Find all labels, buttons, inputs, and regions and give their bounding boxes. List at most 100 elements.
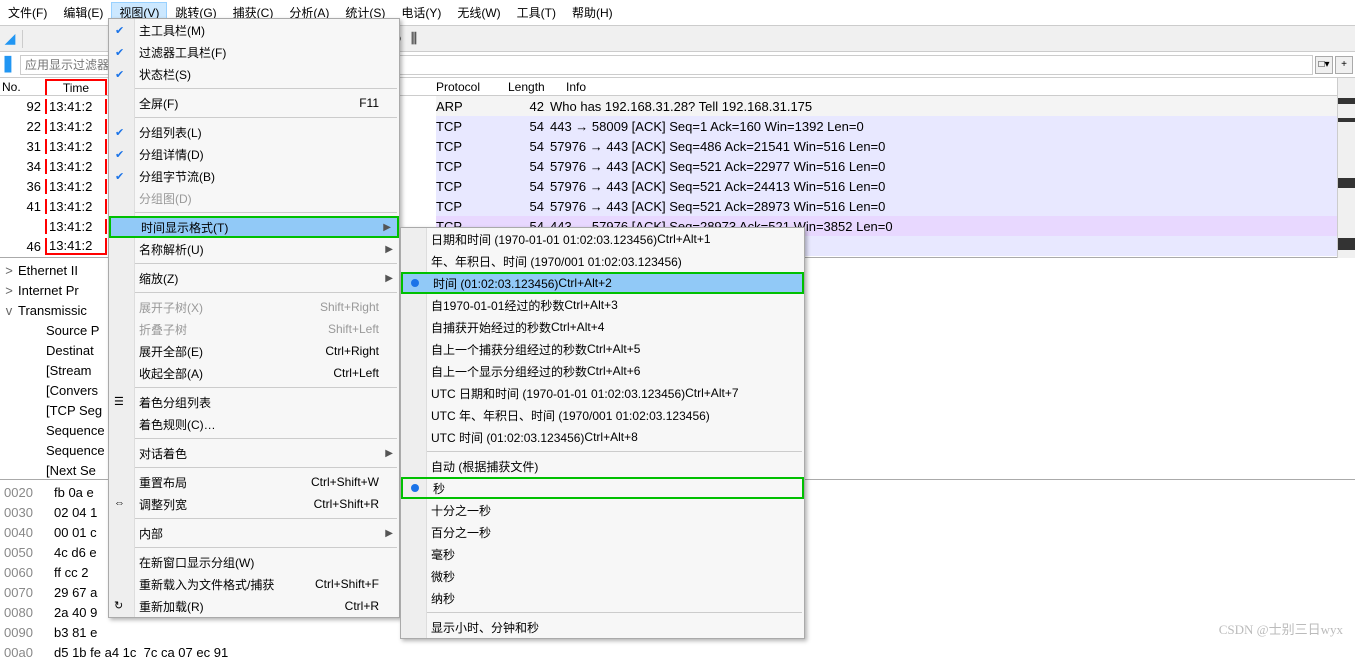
check-icon: ✔ <box>115 68 124 81</box>
menu-item[interactable]: ✔主工具栏(M) <box>109 19 399 41</box>
submenu-item[interactable]: 微秒 <box>401 565 804 587</box>
submenu-arrow-icon: ▶ <box>385 528 393 539</box>
menu-label: 分组列表(L) <box>139 124 202 141</box>
menu-item[interactable]: ✔分组字节流(B) <box>109 165 399 187</box>
submenu-item[interactable]: 十分之一秒 <box>401 499 804 521</box>
shortcut: Ctrl+Alt+2 <box>558 276 611 290</box>
menu-label: 百分之一秒 <box>431 524 491 541</box>
submenu-item[interactable]: UTC 时间 (01:02:03.123456)Ctrl+Alt+8 <box>401 426 804 448</box>
shortcut: Ctrl+Alt+4 <box>551 320 604 334</box>
menubar-item-7[interactable]: 电话(Y) <box>393 2 449 23</box>
shortcut: Ctrl+Shift+W <box>271 475 379 489</box>
submenu-item[interactable]: 显示小时、分钟和秒 <box>401 616 804 638</box>
menu-label: 时间 (01:02:03.123456) <box>433 275 558 292</box>
menu-item[interactable]: ✔ 状态栏(S) <box>109 63 399 85</box>
submenu-item[interactable]: 自动 (根据捕获文件) <box>401 455 804 477</box>
columns-icon[interactable]: ⫼ <box>406 31 422 47</box>
shortcut: Shift+Right <box>280 300 379 314</box>
submenu-item[interactable]: 时间 (01:02:03.123456)Ctrl+Alt+2 <box>401 272 804 294</box>
shortcut: Shift+Left <box>288 322 379 336</box>
menubar-item-8[interactable]: 无线(W) <box>449 2 508 23</box>
time-format-submenu: 日期和时间 (1970-01-01 01:02:03.123456)Ctrl+A… <box>400 227 805 639</box>
menu-item[interactable]: 收起全部(A) Ctrl+Left <box>109 362 399 384</box>
packet-row[interactable]: TCP5457976 → 443 [ACK] Seq=521 Ack=28973… <box>436 196 1355 216</box>
shortcut: F11 <box>319 96 379 110</box>
col-info[interactable]: Info <box>566 80 586 94</box>
menu-icon: ↻ <box>114 599 128 613</box>
menu-item[interactable]: ✔分组详情(D) <box>109 143 399 165</box>
menu-label: 收起全部(A) <box>139 365 203 382</box>
submenu-item[interactable]: 纳秒 <box>401 587 804 609</box>
menu-item[interactable]: 缩放(Z)▶ <box>109 267 399 289</box>
hex-row[interactable]: 00a0d5 1b fe a4 1c 7c ca 07 ec 91 <box>4 642 1351 662</box>
menu-item[interactable]: 重置布局Ctrl+Shift+W <box>109 471 399 493</box>
toolbar-separator <box>22 30 23 48</box>
packet-row[interactable]: ARP42Who has 192.168.31.28? Tell 192.168… <box>436 96 1355 116</box>
menu-label: 分组字节流(B) <box>139 168 215 185</box>
submenu-item[interactable]: 百分之一秒 <box>401 521 804 543</box>
submenu-item[interactable]: UTC 日期和时间 (1970-01-01 01:02:03.123456)Ct… <box>401 382 804 404</box>
watermark: CSDN @士别三日wyx <box>1219 619 1343 638</box>
submenu-arrow-icon: ▶ <box>385 273 393 284</box>
menu-item[interactable]: 展开全部(E)Ctrl+Right <box>109 340 399 362</box>
menu-item[interactable]: ⇔调整列宽Ctrl+Shift+R <box>109 493 399 515</box>
packet-row[interactable]: TCP54443 → 58009 [ACK] Seq=1 Ack=160 Win… <box>436 116 1355 136</box>
shortcut: Ctrl+Alt+5 <box>587 342 640 356</box>
submenu-item[interactable]: 自上一个捕获分组经过的秒数Ctrl+Alt+5 <box>401 338 804 360</box>
menubar-item-0[interactable]: 文件(F) <box>0 2 55 23</box>
col-time[interactable]: Time <box>45 79 107 95</box>
packet-row[interactable]: TCP5457976 → 443 [ACK] Seq=521 Ack=22977… <box>436 156 1355 176</box>
submenu-item[interactable]: UTC 年、年积日、时间 (1970/001 01:02:03.123456) <box>401 404 804 426</box>
submenu-item[interactable]: 自1970-01-01经过的秒数Ctrl+Alt+3 <box>401 294 804 316</box>
bookmark-icon[interactable]: ▋ <box>2 57 18 73</box>
menu-item[interactable]: ↻重新加载(R)Ctrl+R <box>109 595 399 617</box>
submenu-item[interactable]: 年、年积日、时间 (1970/001 01:02:03.123456) <box>401 250 804 272</box>
menu-label: 折叠子树 <box>139 321 187 338</box>
expression-button[interactable]: □▾ <box>1315 56 1333 74</box>
menu-item[interactable]: ✔过滤器工具栏(F) <box>109 41 399 63</box>
radio-icon <box>411 279 419 287</box>
menu-label: 在新窗口显示分组(W) <box>139 554 254 571</box>
menu-item[interactable]: 内部 ▶ <box>109 522 399 544</box>
scrollbar[interactable] <box>1337 78 1355 258</box>
shortcut: Ctrl+Left <box>293 366 379 380</box>
submenu-item[interactable]: 自捕获开始经过的秒数Ctrl+Alt+4 <box>401 316 804 338</box>
shortcut: Ctrl+Shift+R <box>274 497 379 511</box>
col-length[interactable]: Length <box>508 80 558 94</box>
menu-item[interactable]: ✔分组列表(L) <box>109 121 399 143</box>
menu-label: 纳秒 <box>431 590 455 607</box>
menu-label: 展开子树(X) <box>139 299 203 316</box>
menu-label: 内部 <box>139 525 163 542</box>
submenu-item[interactable]: 日期和时间 (1970-01-01 01:02:03.123456)Ctrl+A… <box>401 228 804 250</box>
shortcut: Ctrl+R <box>305 599 379 613</box>
packet-row[interactable]: TCP5457976 → 443 [ACK] Seq=486 Ack=21541… <box>436 136 1355 156</box>
packet-row[interactable]: TCP5457976 → 443 [ACK] Seq=521 Ack=24413… <box>436 176 1355 196</box>
shortcut: Ctrl+Alt+8 <box>584 430 637 444</box>
menu-item[interactable]: 着色规则(C)… <box>109 413 399 435</box>
menu-item[interactable]: 全屏(F)F11 <box>109 92 399 114</box>
menu-item[interactable]: 重新载入为文件格式/捕获Ctrl+Shift+F <box>109 573 399 595</box>
menu-label: 状态栏(S) <box>139 66 191 83</box>
menu-icon: ☰ <box>114 395 128 409</box>
menu-item[interactable]: 对话着色▶ <box>109 442 399 464</box>
menu-item[interactable]: ☰着色分组列表 <box>109 391 399 413</box>
menubar-item-9[interactable]: 工具(T) <box>509 2 564 23</box>
menu-item[interactable]: 在新窗口显示分组(W) <box>109 551 399 573</box>
submenu-item[interactable]: 毫秒 <box>401 543 804 565</box>
menu-item: 展开子树(X) Shift+Right <box>109 296 399 318</box>
shortcut: Ctrl+Alt+7 <box>685 386 738 400</box>
menu-label: 微秒 <box>431 568 455 585</box>
col-protocol[interactable]: Protocol <box>436 80 500 94</box>
menu-label: 名称解析(U) <box>139 241 204 258</box>
submenu-item[interactable]: 秒 <box>401 477 804 499</box>
menu-label: 自1970-01-01经过的秒数 <box>431 297 564 314</box>
menubar-item-1[interactable]: 编辑(E) <box>55 2 111 23</box>
menu-item[interactable]: 名称解析(U) ▶ <box>109 238 399 260</box>
add-filter-button[interactable]: + <box>1335 56 1353 74</box>
submenu-item[interactable]: 自上一个显示分组经过的秒数Ctrl+Alt+6 <box>401 360 804 382</box>
menubar-item-10[interactable]: 帮助(H) <box>564 2 621 23</box>
col-no[interactable]: No. <box>0 80 45 94</box>
submenu-arrow-icon: ▶ <box>385 244 393 255</box>
menu-item[interactable]: 时间显示格式(T)▶ <box>109 216 399 238</box>
packet-list-header-right: Protocol Length Info <box>436 78 594 96</box>
